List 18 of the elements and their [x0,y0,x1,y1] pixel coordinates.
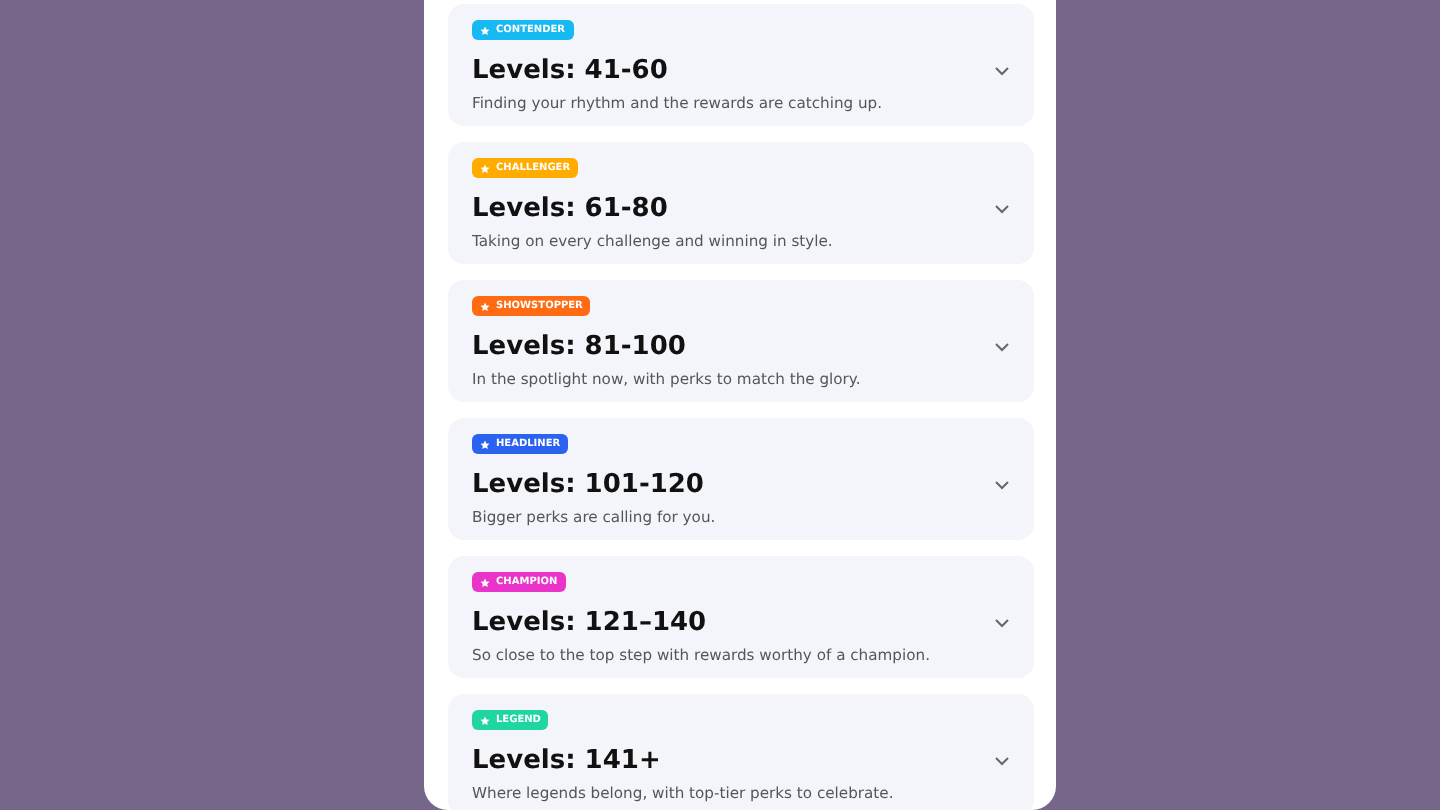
star-icon [480,577,490,587]
tier-title: Levels: 141+ [472,746,663,778]
chevron-icon[interactable] [994,616,1010,630]
tier-title: Levels: 101-120 [472,470,706,502]
chevron-icon[interactable] [994,202,1010,216]
chevron-icon[interactable] [994,754,1010,768]
tier-title: Levels: 41-60 [472,56,670,88]
star-icon [480,25,490,35]
chevron-icon[interactable] [994,340,1010,354]
star-icon [480,715,490,725]
star-icon [480,301,490,311]
star-icon [480,439,490,449]
tier-title: Levels: 61-80 [472,194,670,226]
chevron-icon[interactable] [994,64,1010,78]
chevron-icon[interactable] [994,478,1010,492]
tier-title: Levels: 81-100 [472,332,688,364]
star-icon [480,163,490,173]
tier-title: Levels: 121–140 [472,608,709,640]
